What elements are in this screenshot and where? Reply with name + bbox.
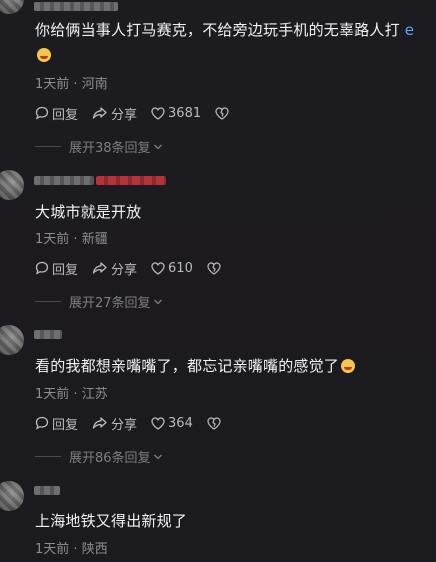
meta-separator: · xyxy=(69,77,82,92)
broken-heart-icon xyxy=(207,416,221,430)
reply-button[interactable]: 回复 xyxy=(35,414,78,433)
like-button[interactable]: 3681 xyxy=(151,106,201,121)
reply-bubble-icon xyxy=(35,261,49,275)
share-arrow-icon xyxy=(92,107,107,119)
divider-line xyxy=(35,456,61,457)
avatar-blur xyxy=(0,0,24,14)
avatar[interactable] xyxy=(0,170,24,200)
reply-label: 回复 xyxy=(52,417,79,433)
comment-location: 陕西 xyxy=(81,542,108,557)
username-redacted xyxy=(34,486,60,495)
username-redacted xyxy=(34,176,94,185)
divider-line xyxy=(35,301,61,302)
chevron-down-icon xyxy=(153,454,162,459)
chevron-down-icon xyxy=(153,144,162,149)
share-button[interactable]: 分享 xyxy=(92,259,137,278)
like-count: 364 xyxy=(168,415,193,431)
heart-icon xyxy=(151,261,165,275)
laugh-emoji-icon xyxy=(341,359,356,373)
username-badge-redacted xyxy=(96,176,166,185)
avatar-blur xyxy=(0,170,24,200)
chevron-down-icon xyxy=(153,299,162,304)
username-redacted xyxy=(34,330,62,339)
reply-bubble-icon xyxy=(35,106,49,120)
dislike-button[interactable] xyxy=(215,106,232,120)
reply-button[interactable]: 回复 xyxy=(35,259,78,278)
meta-separator: · xyxy=(69,387,82,402)
share-button[interactable]: 分享 xyxy=(92,414,137,433)
comment-text-content: 你给俩当事人打马赛克，不给旁边玩手机的无辜路人打 xyxy=(35,21,400,39)
comment-text: 上海地铁又得出新规了 xyxy=(35,512,188,530)
meta-separator: · xyxy=(69,542,82,557)
comment-time: 1天前 xyxy=(35,77,70,92)
comment-time: 1天前 xyxy=(35,542,70,557)
comment-location: 河南 xyxy=(81,77,108,92)
laugh-emoji-icon xyxy=(37,48,51,62)
avatar[interactable] xyxy=(0,481,24,511)
broken-heart-icon xyxy=(207,261,221,275)
expand-replies[interactable]: 展开38条回复 xyxy=(35,137,163,156)
reply-label: 回复 xyxy=(52,107,79,123)
expand-replies-label: 展开86条回复 xyxy=(69,451,151,466)
avatar-blur xyxy=(0,325,24,355)
comment-actions: 回复 分享 3681 xyxy=(35,104,246,123)
avatar-blur xyxy=(0,481,24,511)
comment-text: 大城市就是开放 xyxy=(35,203,142,221)
heart-icon xyxy=(151,106,165,120)
reply-button[interactable]: 回复 xyxy=(35,104,78,123)
username-redacted xyxy=(34,2,118,11)
comment-meta: 1天前 · 河南 xyxy=(35,73,108,92)
avatar[interactable] xyxy=(0,0,24,14)
mention-marker: e xyxy=(404,21,415,39)
like-button[interactable]: 364 xyxy=(151,416,193,431)
comment-time: 1天前 xyxy=(35,387,70,402)
heart-icon xyxy=(151,416,165,430)
dislike-button[interactable] xyxy=(207,261,224,275)
share-label: 分享 xyxy=(111,262,138,278)
reply-label: 回复 xyxy=(52,262,79,278)
like-count: 610 xyxy=(168,260,193,276)
share-arrow-icon xyxy=(92,262,107,274)
comment-text: 你给俩当事人打马赛克，不给旁边玩手机的无辜路人打 e xyxy=(35,20,414,40)
divider-line xyxy=(35,146,61,147)
comment-meta: 1天前 · 新疆 xyxy=(35,228,108,247)
avatar[interactable] xyxy=(0,325,24,355)
share-button[interactable]: 分享 xyxy=(92,104,137,123)
meta-separator: · xyxy=(69,232,82,247)
comment-location: 新疆 xyxy=(81,232,108,247)
share-arrow-icon xyxy=(92,417,107,429)
comment-actions: 回复 分享 364 xyxy=(35,414,238,433)
expand-replies[interactable]: 展开27条回复 xyxy=(35,292,163,311)
comment-text: 看的我都想亲嘴嘴了，都忘记亲嘴嘴的感觉了 xyxy=(35,356,356,376)
comment-location: 江苏 xyxy=(81,387,108,402)
comment-text-content: 看的我都想亲嘴嘴了，都忘记亲嘴嘴的感觉了 xyxy=(35,357,340,375)
dislike-button[interactable] xyxy=(207,416,224,430)
like-count: 3681 xyxy=(168,105,202,121)
expand-replies[interactable]: 展开86条回复 xyxy=(35,447,163,466)
share-label: 分享 xyxy=(111,107,138,123)
comment-text-line2 xyxy=(35,45,51,65)
expand-replies-label: 展开38条回复 xyxy=(69,141,151,156)
expand-replies-label: 展开27条回复 xyxy=(69,296,151,311)
comment-meta: 1天前 · 江苏 xyxy=(35,383,108,402)
share-label: 分享 xyxy=(111,417,138,433)
comment-time: 1天前 xyxy=(35,232,70,247)
reply-bubble-icon xyxy=(35,416,49,430)
like-button[interactable]: 610 xyxy=(151,261,193,276)
comment-actions: 回复 分享 610 xyxy=(35,259,238,278)
comment-meta: 1天前 · 陕西 xyxy=(35,538,108,557)
broken-heart-icon xyxy=(215,106,229,120)
